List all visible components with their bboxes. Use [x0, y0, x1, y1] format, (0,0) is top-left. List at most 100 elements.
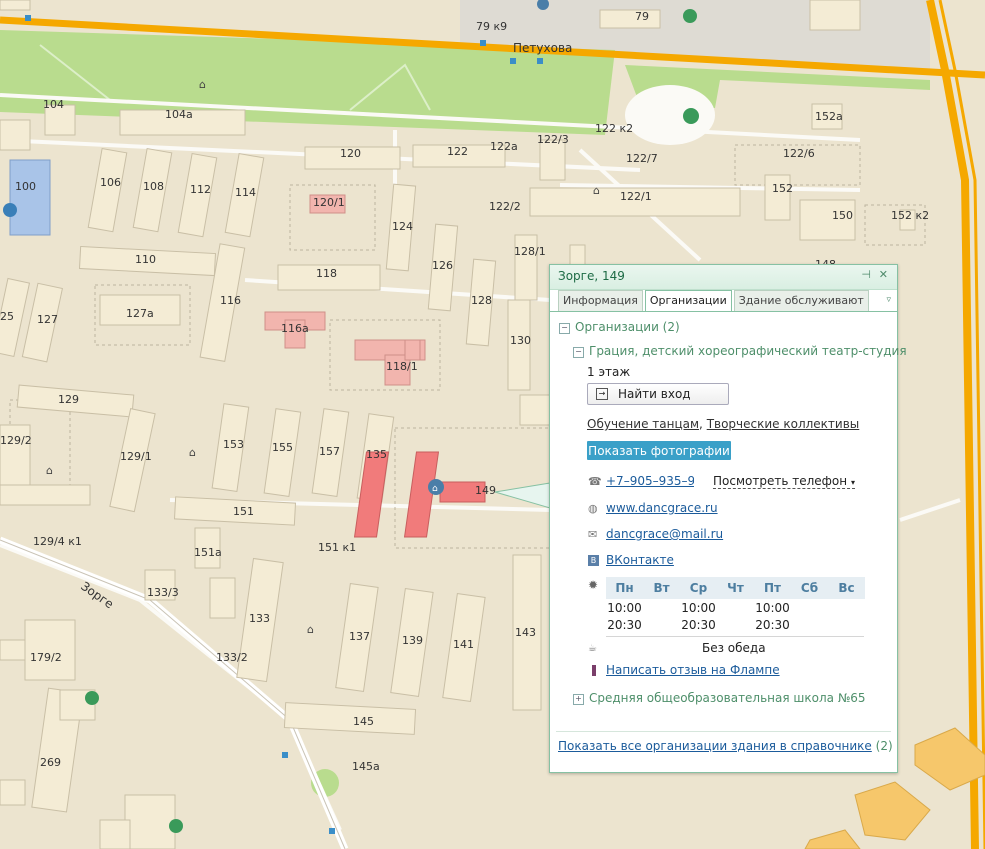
fuel-icon[interactable] [683, 9, 697, 23]
phone-number[interactable]: +7–905–935–9 [606, 474, 694, 488]
cup-icon: ☕ [588, 643, 597, 654]
orgs-count: (2) [875, 739, 893, 753]
vk-link[interactable]: ВКонтакте [606, 553, 674, 567]
kindergarten-icon: ⌂ [189, 446, 196, 459]
building-label: 128/1 [514, 245, 546, 258]
pin-icon[interactable]: ⊣ [861, 268, 871, 281]
day-header: Пт [754, 577, 791, 599]
building-label: 116а [281, 322, 309, 335]
open-time [791, 599, 828, 616]
open-time: 10:00 [607, 600, 642, 615]
building-info-popup[interactable]: Зорге, 149 ⊣ ✕ Информация Организации Зд… [549, 264, 907, 773]
building-label: 114 [235, 186, 256, 199]
building-label: 120/1 [313, 196, 345, 209]
review-link[interactable]: Написать отзыв на Флампе [606, 663, 780, 677]
close-time: 20:30 [755, 617, 790, 632]
entrance-icon: → [596, 388, 608, 400]
building-label: 128 [471, 294, 492, 307]
open-time: 10:00 [681, 600, 716, 615]
building-label: 129/1 [120, 450, 152, 463]
building-label: 141 [453, 638, 474, 651]
collapse-icon[interactable]: − [573, 347, 584, 358]
building-label: 157 [319, 445, 340, 458]
building-label: 122/1 [620, 190, 652, 203]
show-phone-link[interactable]: Посмотреть телефон ▾ [713, 474, 855, 489]
building-label: 133 [249, 612, 270, 625]
building-label: 129/2 [0, 434, 32, 447]
street-label-petukhova: Петухова [513, 41, 572, 55]
close-time: 20:30 [607, 617, 642, 632]
building-label: 139 [402, 634, 423, 647]
popup-header: Зорге, 149 ⊣ ✕ [550, 265, 897, 290]
working-hours-table: Пн Вт Ср Чт Пт Сб Вс 10:00 10:00 10:00 2… [606, 577, 865, 633]
email-link[interactable]: dancgrace@mail.ru [606, 527, 723, 541]
tabs-more-icon[interactable]: ▿ [886, 295, 891, 305]
building-label: 152а [815, 110, 843, 123]
building-label: 149 [475, 484, 496, 497]
building-label: 25 [0, 310, 14, 323]
building-label: 135 [366, 448, 387, 461]
building-label: 129/4 к1 [33, 535, 82, 548]
tab-organizations[interactable]: Организации [644, 290, 732, 311]
open-time [717, 599, 754, 616]
tab-info[interactable]: Информация [558, 290, 643, 311]
building-label: 104 [43, 98, 64, 111]
building-label: 122/3 [537, 133, 569, 146]
popup-tabs: Информация Организации Здание обслуживаю… [558, 290, 871, 312]
building-label: 112 [190, 183, 211, 196]
building-label: 104а [165, 108, 193, 121]
org-1-categories: Обучение танцам, Творческие коллективы [587, 417, 860, 431]
org-1-header[interactable]: − Грация, детский хореографический театр-… [573, 344, 907, 358]
pharmacy-icon[interactable] [169, 819, 183, 833]
building-label: 79 [635, 10, 649, 23]
kindergarten-icon: ⌂ [593, 184, 600, 197]
email-icon: ✉ [588, 528, 598, 541]
education-icon[interactable] [3, 203, 17, 217]
category-link[interactable]: Творческие коллективы [707, 417, 860, 431]
clock-icon: ✹ [588, 578, 599, 592]
building-label: 152 к2 [891, 209, 929, 222]
org-2-header[interactable]: + Средняя общеобразовательная школа №65 [573, 691, 866, 705]
tab-building-services[interactable]: Здание обслуживают [733, 290, 869, 311]
building-100[interactable] [9, 159, 51, 236]
day-header: Вт [643, 577, 680, 599]
building-label: 124 [392, 220, 413, 233]
building-label: 120 [340, 147, 361, 160]
building-label: 151а [194, 546, 222, 559]
collapse-icon[interactable]: − [559, 323, 570, 334]
building-label: 152 [772, 182, 793, 195]
flamp-icon [592, 665, 596, 676]
close-icon[interactable]: ✕ [879, 268, 888, 281]
building-label: 122а [490, 140, 518, 153]
close-time: 20:30 [681, 617, 716, 632]
building-label: 133/2 [216, 651, 248, 664]
mail-icon[interactable] [85, 691, 99, 705]
building-label: 118/1 [386, 360, 418, 373]
find-entry-button[interactable]: → Найти вход [587, 383, 729, 405]
open-time: 10:00 [755, 600, 790, 615]
lunch-info: Без обеда [702, 641, 766, 655]
kindergarten-icon: ⌂ [307, 623, 314, 636]
day-header: Пн [606, 577, 643, 599]
building-label: 122 [447, 145, 468, 158]
building-label: 122/2 [489, 200, 521, 213]
close-time [828, 616, 865, 633]
orgs-section-header[interactable]: − Организации (2) [559, 320, 680, 334]
org-1-floor: 1 этаж [587, 365, 631, 379]
building-label: 79 к9 [476, 20, 507, 33]
building-label: 129 [58, 393, 79, 406]
gas-station-icon[interactable] [683, 108, 699, 124]
website-link[interactable]: www.dancgrace.ru [606, 501, 718, 515]
building-label: 151 к1 [318, 541, 356, 554]
svg-text:⌂: ⌂ [432, 484, 438, 494]
kindergarten-icon: ⌂ [199, 78, 206, 91]
show-all-orgs-link[interactable]: Показать все организации здания в справо… [558, 739, 872, 753]
expand-icon[interactable]: + [573, 694, 584, 705]
day-header: Чт [717, 577, 754, 599]
popup-footer: Показать все организации здания в справо… [558, 739, 893, 753]
category-link[interactable]: Обучение танцам [587, 417, 699, 431]
building-label: 127а [126, 307, 154, 320]
show-photos-button[interactable]: Показать фотографии [587, 441, 731, 460]
building-label: 100 [15, 180, 36, 193]
building-label: 118 [316, 267, 337, 280]
